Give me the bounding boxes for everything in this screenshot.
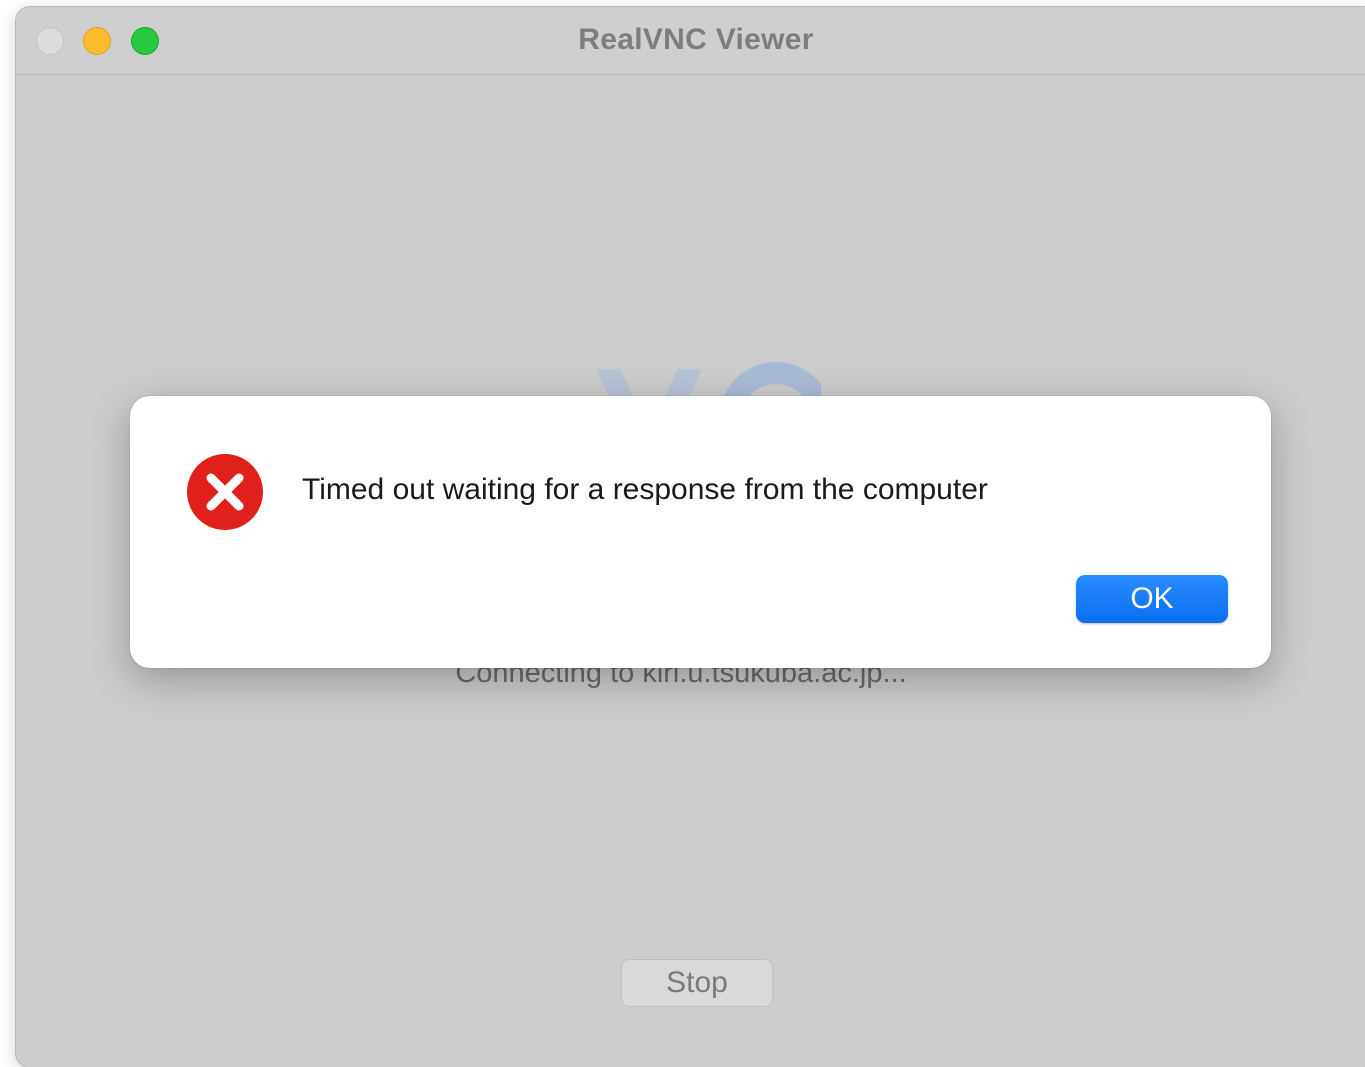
title-bar: RealVNC Viewer <box>16 7 1365 75</box>
window-title: RealVNC Viewer <box>578 23 814 56</box>
ok-button[interactable]: OK <box>1076 575 1228 623</box>
error-icon <box>186 453 264 531</box>
stop-button[interactable]: Stop <box>621 959 773 1007</box>
dialog-message: Timed out waiting for a response from th… <box>302 473 988 506</box>
error-dialog: Timed out waiting for a response from th… <box>130 396 1271 668</box>
